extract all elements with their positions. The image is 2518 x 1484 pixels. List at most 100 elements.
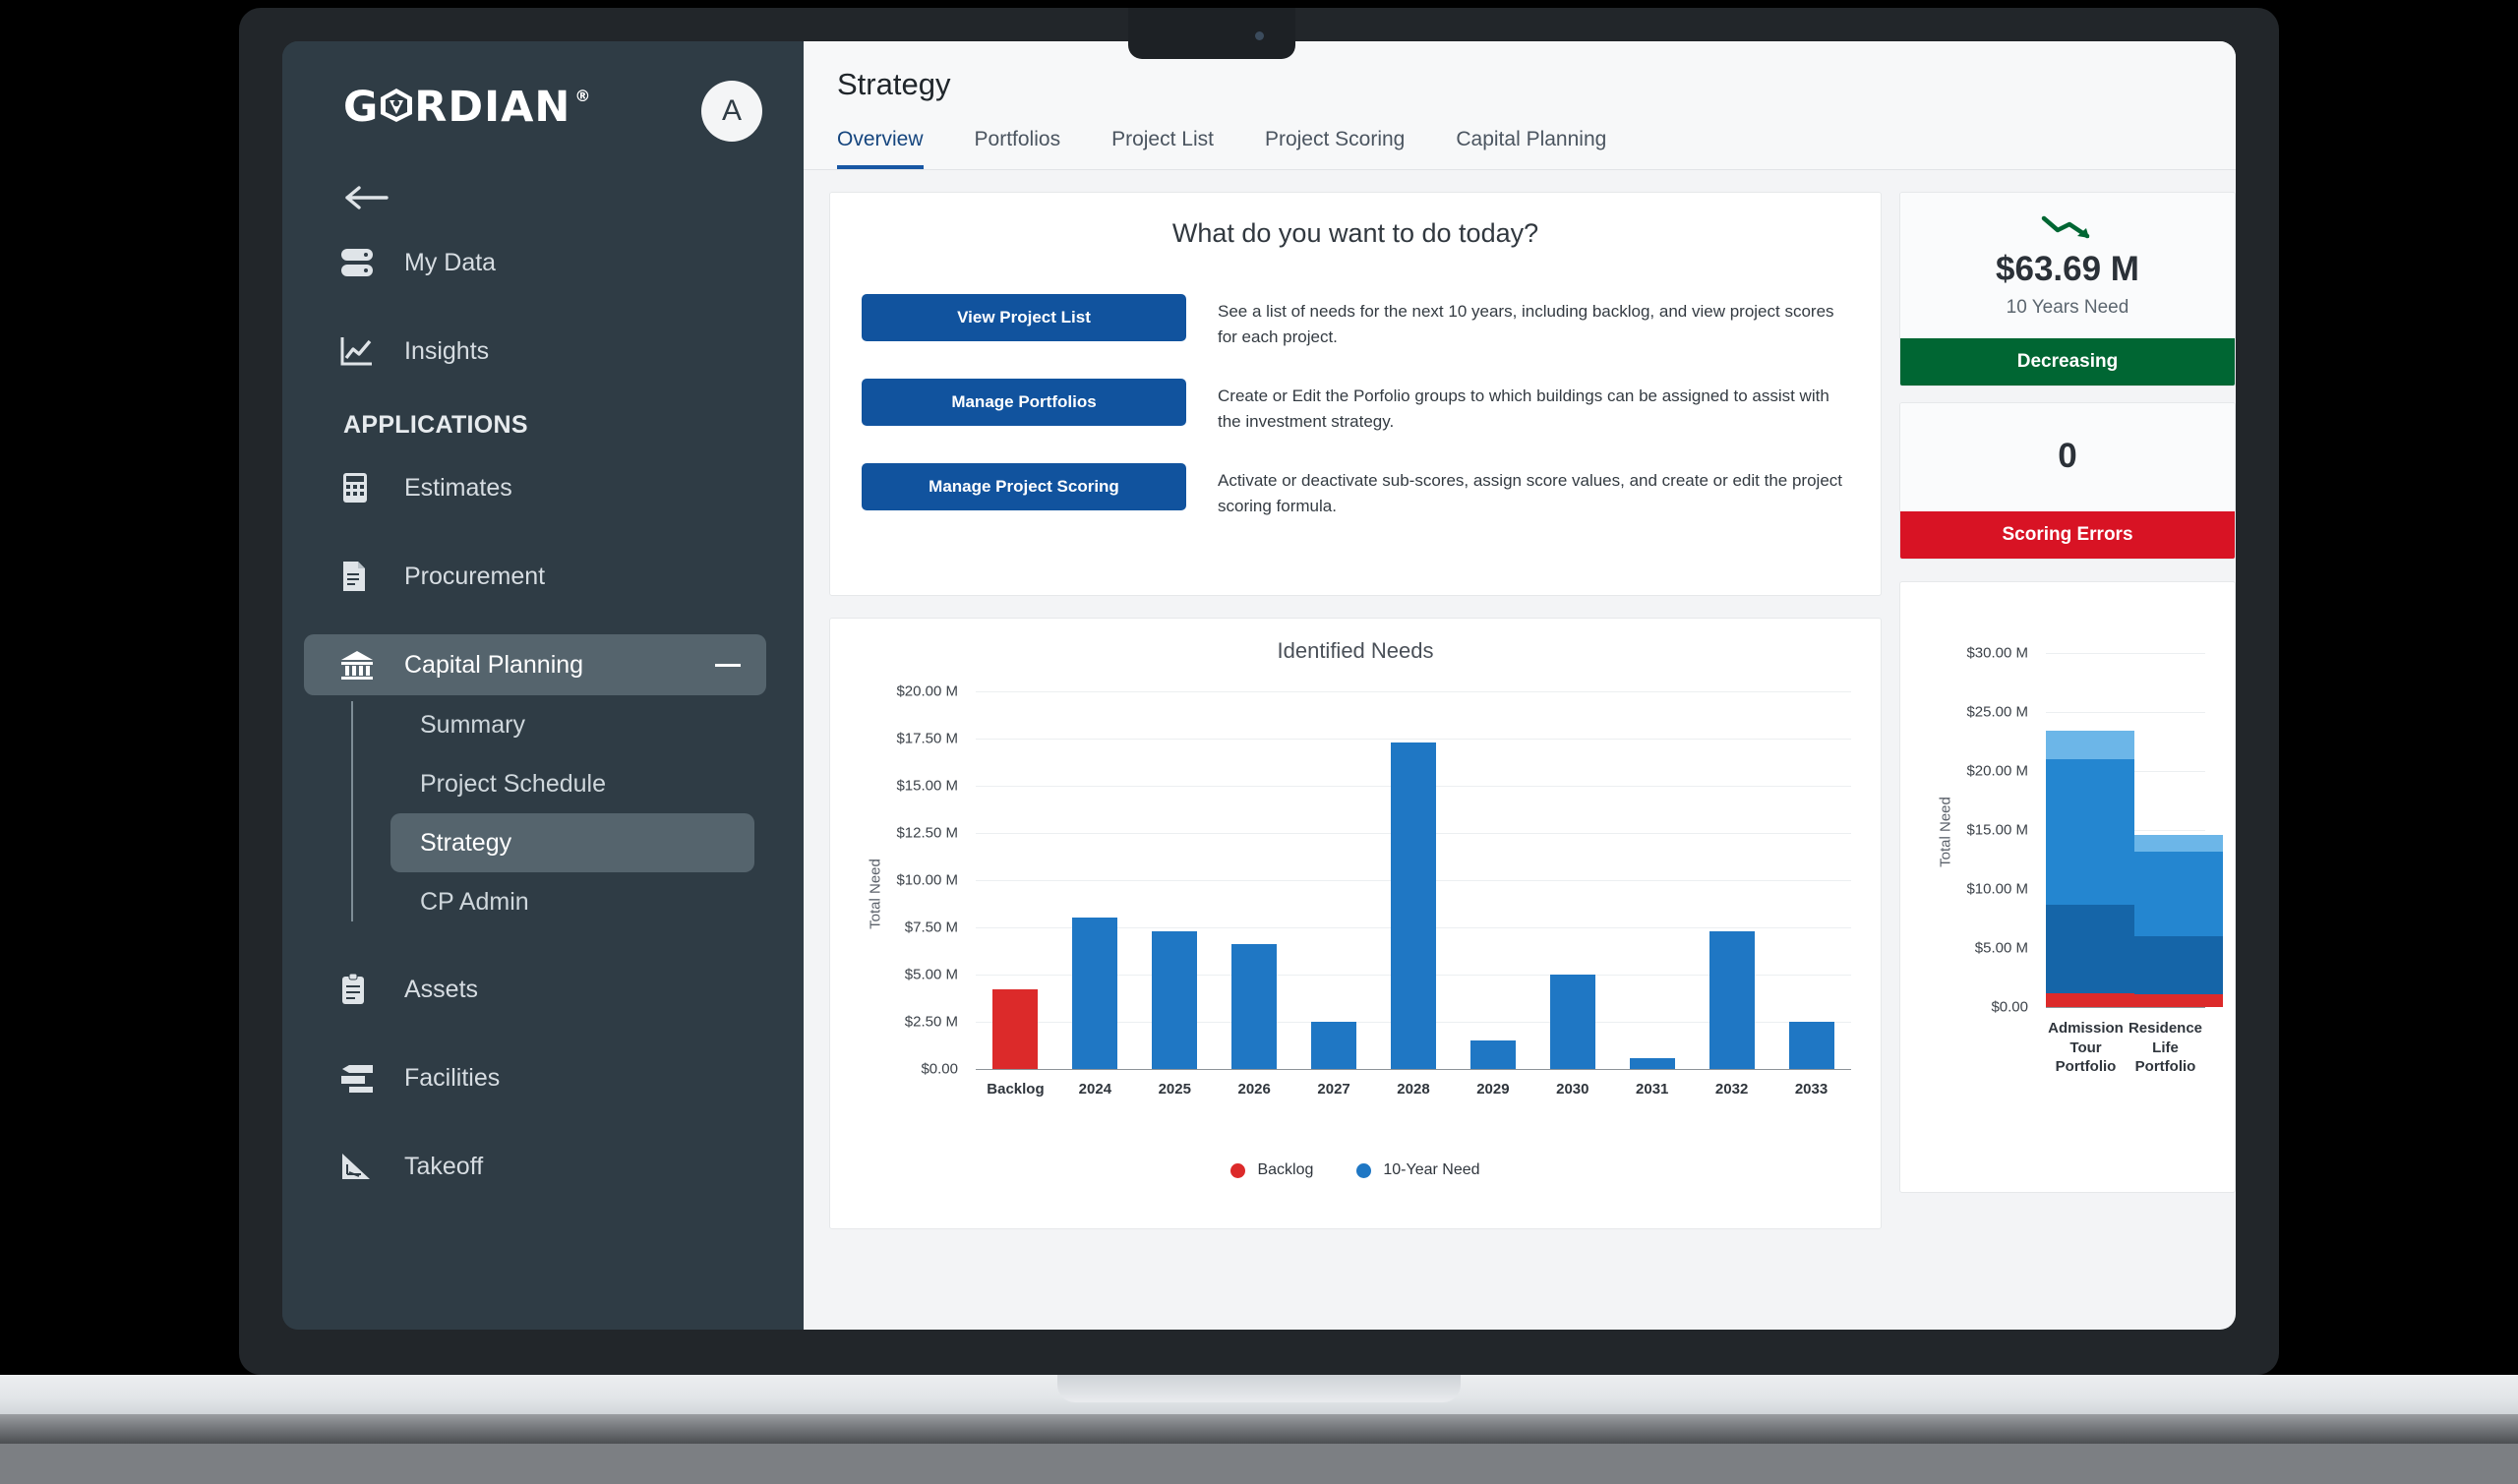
bar[interactable] [1311, 1022, 1357, 1069]
bar-segment[interactable] [2134, 851, 2223, 937]
brand-trademark: ® [574, 87, 592, 105]
database-icon [339, 244, 379, 281]
bar[interactable] [1788, 1022, 1834, 1069]
bar-slot [1374, 691, 1454, 1069]
bar[interactable] [1390, 742, 1436, 1069]
bar-slot [1453, 691, 1532, 1069]
bar[interactable] [1152, 930, 1198, 1069]
subnav-item-strategy[interactable]: Strategy [390, 813, 754, 872]
subnav-item-summary[interactable]: Summary [390, 695, 754, 754]
portfolio-needs-chart-card: Total Need $0.00 $5.00 M $10.00 M $15.00 M $… [1899, 581, 2236, 1193]
capital-planning-subnav: Summary Project Schedule Strategy CP Adm… [351, 695, 804, 931]
sidebar-item-capital-planning[interactable]: Capital Planning [304, 634, 766, 695]
kpi-value: 0 [2058, 437, 2077, 475]
main-content: Strategy Overview Portfolios Project Lis… [804, 41, 2236, 1330]
bar-slot [1294, 691, 1374, 1069]
sidebar-item-takeoff[interactable]: Takeoff [304, 1136, 766, 1197]
tab-overview[interactable]: Overview [837, 128, 924, 169]
kpi-subtitle: 10 Years Need [2006, 297, 2129, 318]
bar-segment[interactable] [2046, 904, 2134, 993]
stacked-bar[interactable] [2046, 731, 2134, 1007]
tab-project-scoring[interactable]: Project Scoring [1265, 128, 1405, 169]
manage-project-scoring-button[interactable]: Manage Project Scoring [862, 463, 1186, 510]
action-description: Create or Edit the Porfolio groups to wh… [1218, 386, 1829, 431]
ten-years-need-kpi-card: $63.69 M 10 Years Need Decreasing [1899, 192, 2236, 386]
bar-segment[interactable] [2134, 936, 2223, 994]
ruler-icon [339, 1148, 379, 1185]
bar-segment[interactable] [2134, 834, 2223, 852]
x-axis-labels: Backlog 2024 2025 2026 2027 2028 2029 2030 2031 2… [976, 1081, 1851, 1098]
page-title: Strategy [837, 67, 951, 101]
sidebar-item-label: My Data [404, 248, 497, 276]
bar[interactable] [1231, 944, 1278, 1069]
identified-needs-chart-card: Identified Needs Total Need $0.00 $2.50 M… [829, 618, 1882, 1229]
collapse-minus-icon[interactable] [715, 663, 741, 667]
bar-slot [1612, 691, 1692, 1069]
laptop-camera-icon [1255, 31, 1264, 40]
bar[interactable] [1709, 930, 1755, 1069]
stacked-bar[interactable] [2134, 834, 2223, 1007]
bar-slot [1055, 691, 1135, 1069]
back-button[interactable] [282, 146, 804, 232]
x-axis-tick-label: Admission Tour Portfolio [2048, 1020, 2124, 1075]
sidebar: G RDIAN ® My Data Insights APPLICATIONS … [282, 41, 804, 1330]
trend-down-icon [1900, 212, 2235, 244]
sidebar-item-estimates[interactable]: Estimates [304, 457, 766, 518]
bar[interactable] [1629, 1058, 1675, 1069]
laptop-foot [0, 1414, 2518, 1444]
laptop-notch [1128, 8, 1295, 59]
action-row: View Project List See a list of needs fo… [830, 294, 1881, 349]
chart-title: Identified Needs [1277, 638, 1434, 663]
plot-area [976, 691, 1851, 1069]
sidebar-item-label: Estimates [404, 473, 512, 502]
subnav-item-cp-admin[interactable]: CP Admin [390, 872, 754, 931]
subnav-item-label: Summary [420, 710, 525, 739]
y-axis-tick-label: $15.00 M [1966, 821, 2028, 839]
sidebar-item-assets[interactable]: Assets [304, 959, 766, 1020]
x-axis-labels: Admission Tour Portfolio Residence Life Por… [2046, 1019, 2205, 1077]
subnav-item-label: CP Admin [420, 887, 529, 916]
subnav-item-label: Strategy [420, 828, 512, 857]
tab-portfolios[interactable]: Portfolios [975, 128, 1061, 169]
bar[interactable] [1072, 918, 1118, 1069]
plot-area [2046, 629, 2223, 1007]
bar-slot [1215, 691, 1294, 1069]
bar[interactable] [1549, 975, 1595, 1069]
tab-capital-planning[interactable]: Capital Planning [1456, 128, 1606, 169]
x-axis-tick-label: Backlog [987, 1081, 1045, 1098]
sidebar-item-insights[interactable]: Insights [304, 321, 766, 382]
avatar[interactable]: A [701, 81, 762, 142]
bar[interactable] [992, 989, 1039, 1069]
kpi-status-badge: Scoring Errors [1900, 511, 2235, 559]
bar-slot [1135, 691, 1215, 1069]
bar-segment[interactable] [2046, 731, 2134, 760]
sidebar-item-procurement[interactable]: Procurement [304, 546, 766, 607]
document-icon [339, 558, 379, 595]
content-grid: What do you want to do today? View Proje… [804, 170, 2236, 1229]
y-axis-tick-label: $10.00 M [896, 871, 958, 889]
legend-dot-backlog [1230, 1162, 1246, 1178]
tab-project-list[interactable]: Project List [1111, 128, 1214, 169]
x-axis-tick-label: 2028 [1397, 1081, 1430, 1098]
stacked-bar-slot [2134, 629, 2223, 1007]
y-axis-tick-label: $20.00 M [896, 683, 958, 700]
view-project-list-button[interactable]: View Project List [862, 294, 1186, 341]
subnav-item-project-schedule[interactable]: Project Schedule [390, 754, 754, 813]
bar-segment[interactable] [2046, 992, 2134, 1007]
bar-segment[interactable] [2046, 759, 2134, 905]
action-description: Activate or deactivate sub-scores, assig… [1218, 471, 1842, 515]
sidebar-item-facilities[interactable]: Facilities [304, 1047, 766, 1108]
manage-portfolios-button[interactable]: Manage Portfolios [862, 379, 1186, 426]
page-header: Strategy Overview Portfolios Project Lis… [804, 41, 2236, 169]
brand-logo-text-part1: G [343, 83, 380, 132]
back-arrow-icon [345, 186, 389, 209]
legend-item-ten-year-need: 10-Year Need [1356, 1161, 1480, 1179]
bar-segment[interactable] [2134, 993, 2223, 1007]
sidebar-item-my-data[interactable]: My Data [304, 232, 766, 293]
kpi-value: $63.69 M [1996, 250, 2139, 288]
y-axis-tick-label: $7.50 M [904, 919, 958, 936]
y-axis-tick-label: $0.00 [921, 1060, 958, 1078]
bar[interactable] [1469, 1040, 1516, 1069]
